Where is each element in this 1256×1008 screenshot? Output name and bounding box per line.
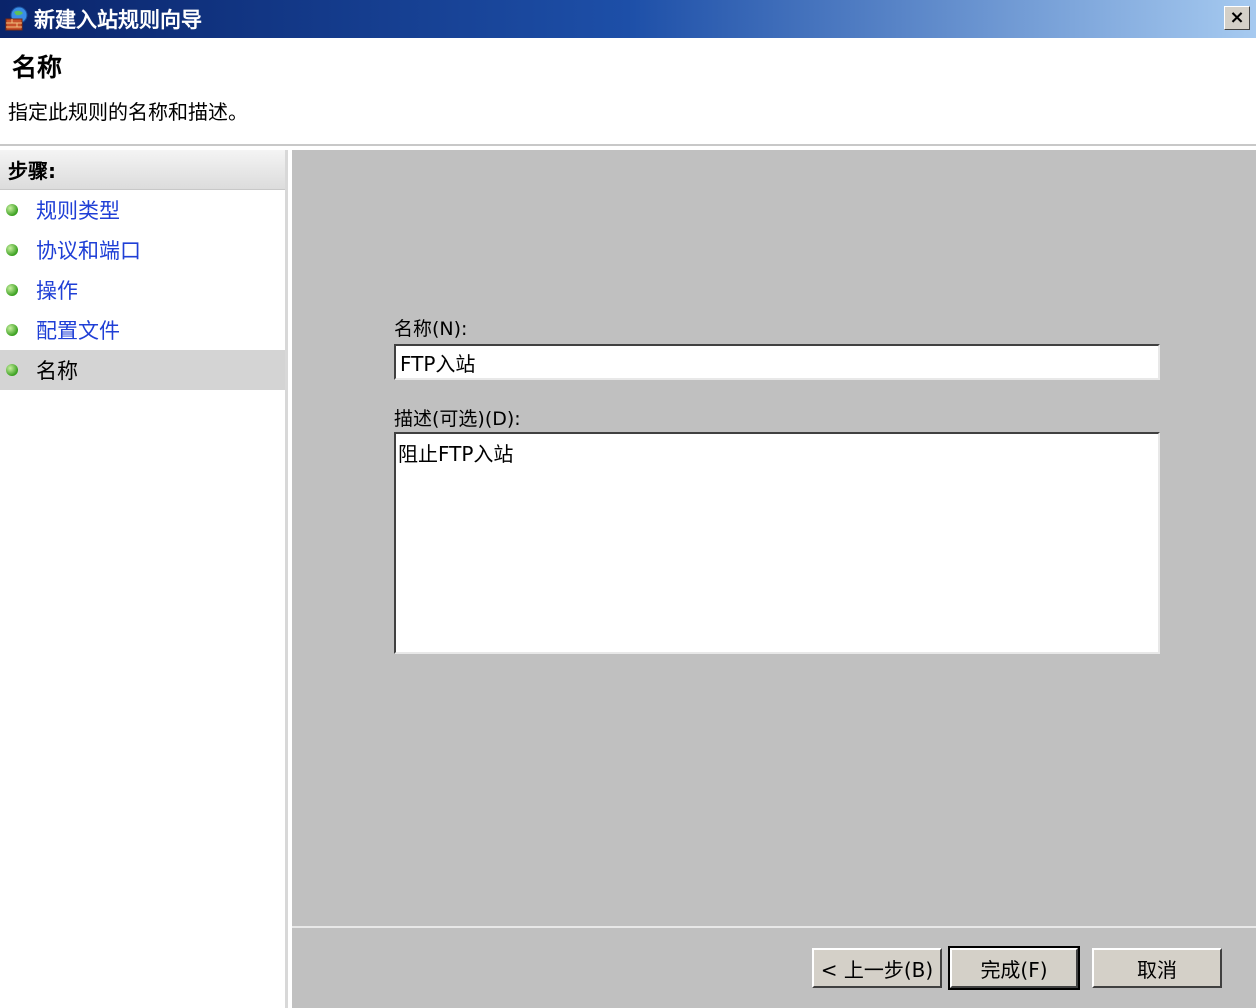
close-button[interactable]: × — [1224, 6, 1250, 30]
step-label: 规则类型 — [36, 199, 120, 223]
cancel-button[interactable]: 取消 — [1092, 948, 1222, 988]
step-name: 名称 — [0, 350, 285, 390]
firewall-icon — [4, 6, 30, 32]
description-textarea[interactable]: 阻止FTP入站 — [394, 432, 1160, 654]
name-label: 名称(N): — [394, 318, 468, 340]
step-bullet-icon — [6, 284, 18, 296]
step-label: 名称 — [36, 359, 78, 383]
step-protocol-and-ports[interactable]: 协议和端口 — [0, 230, 285, 270]
button-bar: < 上一步(B) 完成(F) 取消 — [292, 926, 1256, 1008]
name-input[interactable] — [394, 344, 1160, 380]
page-title: 名称 — [12, 53, 63, 82]
step-label: 协议和端口 — [36, 239, 141, 263]
step-bullet-icon — [6, 324, 18, 336]
steps-sidebar: 步骤: 规则类型 协议和端口 操作 配置文件 名称 — [0, 150, 288, 1008]
step-action[interactable]: 操作 — [0, 270, 285, 310]
step-bullet-icon — [6, 364, 18, 376]
finish-button[interactable]: 完成(F) — [948, 946, 1080, 990]
step-label: 配置文件 — [36, 319, 120, 343]
description-label: 描述(可选)(D): — [394, 408, 521, 430]
title-bar: 新建入站规则向导 × — [0, 0, 1256, 38]
back-button[interactable]: < 上一步(B) — [812, 948, 942, 988]
form-panel: 名称(N): 描述(可选)(D): 阻止FTP入站 — [292, 150, 1256, 926]
close-icon: × — [1229, 7, 1245, 28]
wizard-header: 名称 指定此规则的名称和描述。 — [0, 38, 1256, 146]
step-profile[interactable]: 配置文件 — [0, 310, 285, 350]
steps-header: 步骤: — [0, 150, 285, 190]
page-subtitle: 指定此规则的名称和描述。 — [8, 100, 248, 124]
window-title: 新建入站规则向导 — [34, 8, 202, 32]
step-rule-type[interactable]: 规则类型 — [0, 190, 285, 230]
step-bullet-icon — [6, 204, 18, 216]
step-bullet-icon — [6, 244, 18, 256]
step-label: 操作 — [36, 279, 78, 303]
